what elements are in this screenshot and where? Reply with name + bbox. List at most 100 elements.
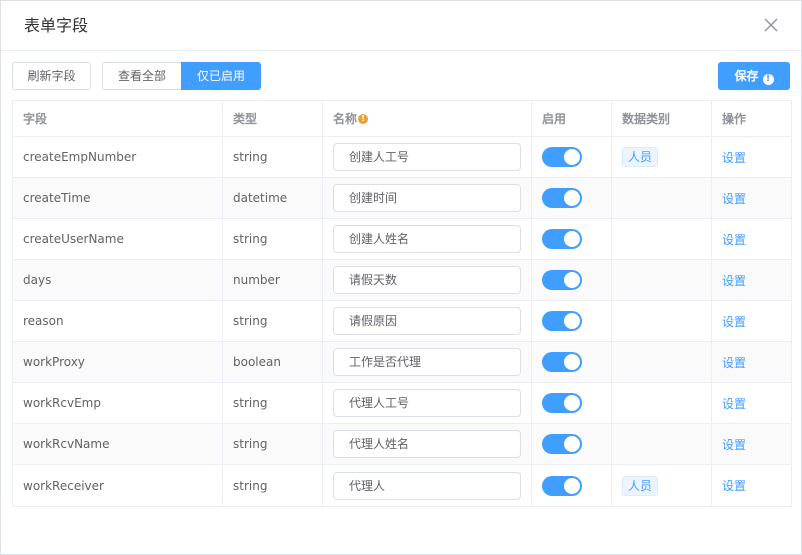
close-icon[interactable]: [761, 15, 781, 35]
settings-link[interactable]: 设置: [722, 149, 746, 166]
type-cell: string: [223, 424, 323, 464]
header-field: 字段: [13, 101, 223, 136]
enabled-toggle[interactable]: [542, 229, 582, 249]
settings-link[interactable]: 设置: [722, 354, 746, 371]
action-cell: 设置: [712, 342, 791, 382]
name-cell: 创建人姓名: [323, 219, 532, 259]
table-row: workProxy boolean 工作是否代理 设置: [13, 342, 791, 383]
name-cell: 请假原因: [323, 301, 532, 341]
save-button[interactable]: 保存!: [718, 62, 790, 90]
enabled-toggle[interactable]: [542, 270, 582, 290]
name-cell: 代理人: [323, 465, 532, 506]
type-cell: number: [223, 260, 323, 300]
name-cell: 创建时间: [323, 178, 532, 218]
header-enabled: 启用: [532, 101, 612, 136]
refresh-fields-button[interactable]: 刷新字段: [12, 62, 91, 90]
name-cell: 请假天数: [323, 260, 532, 300]
settings-link[interactable]: 设置: [722, 477, 746, 494]
name-input[interactable]: 创建人工号: [333, 143, 521, 171]
type-cell: datetime: [223, 178, 323, 218]
settings-link[interactable]: 设置: [722, 231, 746, 248]
name-input[interactable]: 工作是否代理: [333, 348, 521, 376]
settings-link[interactable]: 设置: [722, 436, 746, 453]
enabled-toggle[interactable]: [542, 352, 582, 372]
type-cell: string: [223, 383, 323, 423]
enabled-cell: [532, 383, 612, 423]
category-cell: [612, 260, 712, 300]
settings-link[interactable]: 设置: [722, 190, 746, 207]
enabled-only-button[interactable]: 仅已启用: [181, 62, 261, 90]
info-icon: !: [762, 74, 774, 85]
toggle-knob: [564, 395, 580, 411]
category-tag: 人员: [622, 475, 659, 496]
enabled-toggle[interactable]: [542, 393, 582, 413]
settings-link[interactable]: 设置: [722, 272, 746, 289]
name-cell: 创建人工号: [323, 137, 532, 177]
header-name: 名称!: [323, 101, 532, 136]
fields-table: 字段 类型 名称! 启用 数据类别 操作 createEmpNumber stri…: [12, 100, 792, 507]
name-input[interactable]: 代理人工号: [333, 389, 521, 417]
name-input[interactable]: 代理人姓名: [333, 430, 521, 458]
field-cell: reason: [13, 301, 223, 341]
field-cell: workRcvName: [13, 424, 223, 464]
toggle-knob: [564, 313, 580, 329]
action-cell: 设置: [712, 301, 791, 341]
header-data-category: 数据类别: [612, 101, 712, 136]
view-all-button[interactable]: 查看全部: [102, 62, 182, 90]
field-cell: workReceiver: [13, 465, 223, 506]
toggle-knob: [564, 436, 580, 452]
form-fields-dialog: 表单字段 刷新字段 查看全部 仅已启用 保存! 字段 类型 名称! 启用 数据类…: [0, 0, 802, 555]
enabled-cell: [532, 219, 612, 259]
table-row: createEmpNumber string 创建人工号 人员 设置: [13, 137, 791, 178]
action-cell: 设置: [712, 465, 791, 506]
category-cell: 人员: [612, 137, 712, 177]
type-cell: string: [223, 137, 323, 177]
enabled-toggle[interactable]: [542, 475, 582, 496]
settings-link[interactable]: 设置: [722, 395, 746, 412]
enabled-cell: [532, 178, 612, 218]
name-input[interactable]: 代理人: [333, 471, 521, 500]
toggle-knob: [564, 272, 580, 288]
toolbar: 刷新字段 查看全部 仅已启用 保存!: [12, 62, 790, 90]
enabled-toggle[interactable]: [542, 434, 582, 454]
enabled-cell: [532, 424, 612, 464]
field-cell: workRcvEmp: [13, 383, 223, 423]
type-cell: string: [223, 465, 323, 506]
toggle-knob: [564, 231, 580, 247]
table-row: createTime datetime 创建时间 设置: [13, 178, 791, 219]
settings-link[interactable]: 设置: [722, 313, 746, 330]
name-cell: 工作是否代理: [323, 342, 532, 382]
type-cell: string: [223, 219, 323, 259]
name-cell: 代理人姓名: [323, 424, 532, 464]
enabled-toggle[interactable]: [542, 147, 582, 167]
action-cell: 设置: [712, 178, 791, 218]
field-cell: createUserName: [13, 219, 223, 259]
category-cell: [612, 301, 712, 341]
name-input[interactable]: 创建人姓名: [333, 225, 521, 253]
name-input[interactable]: 请假天数: [333, 266, 521, 294]
category-cell: [612, 219, 712, 259]
field-cell: createTime: [13, 178, 223, 218]
category-cell: 人员: [612, 465, 712, 506]
enabled-toggle[interactable]: [542, 188, 582, 208]
enabled-cell: [532, 301, 612, 341]
type-cell: string: [223, 301, 323, 341]
table-row: workRcvName string 代理人姓名 设置: [13, 424, 791, 465]
action-cell: 设置: [712, 137, 791, 177]
field-cell: createEmpNumber: [13, 137, 223, 177]
name-input[interactable]: 创建时间: [333, 184, 521, 212]
table-row: reason string 请假原因 设置: [13, 301, 791, 342]
field-cell: workProxy: [13, 342, 223, 382]
type-cell: boolean: [223, 342, 323, 382]
category-cell: [612, 178, 712, 218]
enabled-toggle[interactable]: [542, 311, 582, 331]
name-input[interactable]: 请假原因: [333, 307, 521, 335]
enabled-cell: [532, 342, 612, 382]
header-action: 操作: [722, 112, 747, 126]
table-row: workReceiver string 代理人 人员 设置: [13, 465, 791, 506]
action-cell: 设置: [712, 383, 791, 423]
toggle-knob: [564, 354, 580, 370]
action-cell: 设置: [712, 260, 791, 300]
name-cell: 代理人工号: [323, 383, 532, 423]
table-row: createUserName string 创建人姓名 设置: [13, 219, 791, 260]
